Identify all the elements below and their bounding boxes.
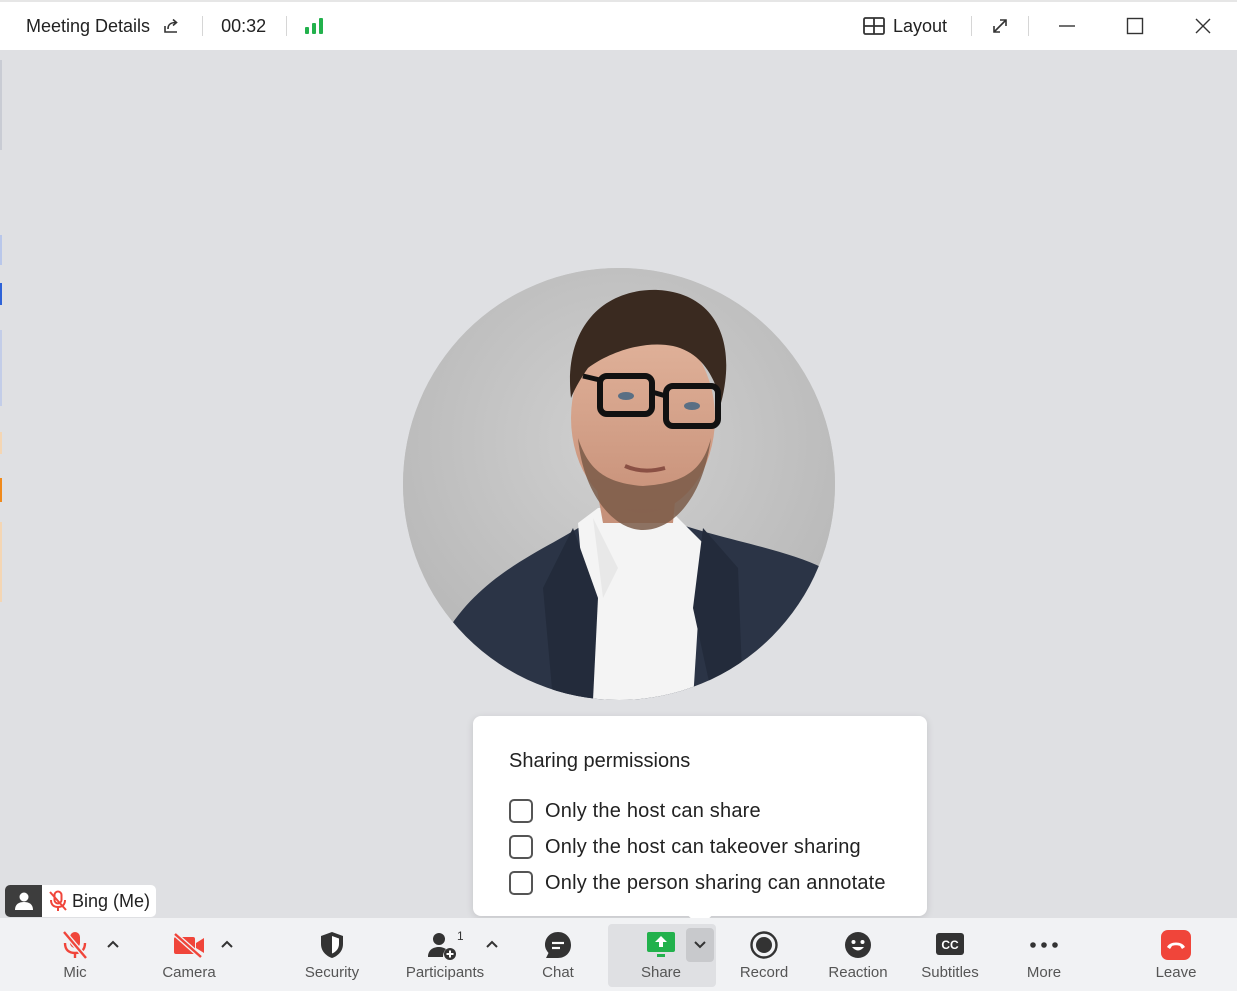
more-label: More <box>1026 964 1062 981</box>
participants-button[interactable]: 1 Participants <box>404 918 486 991</box>
option-label: Only the host can share <box>545 799 761 822</box>
chat-bubble-icon <box>544 930 572 960</box>
share-options-chevron-down-icon[interactable] <box>686 928 714 962</box>
subtitles-button[interactable]: CC Subtitles <box>920 918 980 991</box>
option-label: Only the host can takeover sharing <box>545 835 861 858</box>
muted-mic-icon <box>61 930 89 960</box>
fullscreen-button[interactable] <box>972 17 1028 35</box>
edge-strip <box>0 60 2 150</box>
share-link-icon[interactable] <box>162 17 180 35</box>
mic-options-chevron-up-icon[interactable] <box>105 936 121 952</box>
edge-strip <box>0 478 2 502</box>
participants-options-chevron-up-icon[interactable] <box>484 936 500 952</box>
chat-label: Chat <box>542 964 574 981</box>
checkbox[interactable] <box>509 799 533 823</box>
camera-off-icon <box>173 930 205 960</box>
option-host-can-takeover[interactable]: Only the host can takeover sharing <box>509 829 891 865</box>
sharing-permissions-popover: Sharing permissions Only the host can sh… <box>473 716 927 916</box>
reaction-button[interactable]: Reaction <box>826 918 890 991</box>
reaction-label: Reaction <box>828 964 888 981</box>
edge-strip <box>0 522 2 602</box>
minimize-button[interactable] <box>1033 2 1101 50</box>
expand-icon <box>993 19 1007 33</box>
person-icon <box>5 885 42 917</box>
popover-title: Sharing permissions <box>509 750 691 772</box>
minimize-icon <box>1059 25 1075 27</box>
divider <box>1028 16 1029 36</box>
meeting-window: Meeting Details 00:32 Layout Sharing per… <box>0 0 1237 991</box>
checkbox[interactable] <box>509 871 533 895</box>
close-button[interactable] <box>1169 2 1237 50</box>
self-name: Bing (Me) <box>72 890 151 911</box>
share-screen-icon <box>646 930 676 960</box>
checkbox[interactable] <box>509 835 533 859</box>
more-button[interactable]: More <box>1024 918 1064 991</box>
option-sharer-can-annotate[interactable]: Only the person sharing can annotate <box>509 865 891 901</box>
layout-label: Layout <box>892 15 947 36</box>
option-host-can-share[interactable]: Only the host can share <box>509 793 891 829</box>
divider <box>202 16 204 36</box>
option-label: Only the person sharing can annotate <box>545 871 886 894</box>
edge-strip <box>0 235 2 265</box>
meeting-toolbar: Mic Camera Security 1 Participants Chat … <box>0 918 1237 991</box>
close-icon <box>1195 18 1211 34</box>
maximize-button[interactable] <box>1101 2 1169 50</box>
participants-label: Participants <box>405 964 485 981</box>
meeting-timer: 00:32 <box>221 15 267 36</box>
subtitles-label: Subtitles <box>921 964 979 981</box>
muted-mic-icon <box>49 890 67 911</box>
closed-caption-icon: CC <box>935 930 965 960</box>
record-label: Record <box>739 964 789 981</box>
divider <box>286 16 288 36</box>
self-name-tag: Bing (Me) <box>5 885 157 917</box>
edge-strip <box>0 283 2 305</box>
camera-label: Camera <box>162 964 216 981</box>
edge-strip <box>0 330 2 406</box>
participant-count: 1 <box>457 930 463 943</box>
participants-icon: 1 <box>427 930 463 960</box>
security-button[interactable]: Security <box>302 918 362 991</box>
shield-icon <box>319 930 345 960</box>
share-button[interactable]: Share <box>638 918 684 991</box>
hang-up-icon <box>1161 930 1191 960</box>
more-dots-icon <box>1029 930 1059 960</box>
mic-label: Mic <box>63 964 87 981</box>
mic-button[interactable]: Mic <box>55 918 95 991</box>
participant-avatar <box>403 268 835 700</box>
meeting-details-label[interactable]: Meeting Details <box>26 16 150 37</box>
share-label: Share <box>640 964 682 981</box>
edge-strip <box>0 432 2 454</box>
camera-button[interactable]: Camera <box>162 918 216 991</box>
layout-button[interactable]: Layout <box>863 16 947 37</box>
signal-strength-icon[interactable] <box>305 18 324 34</box>
leave-button[interactable]: Leave <box>1152 918 1200 991</box>
chat-button[interactable]: Chat <box>538 918 578 991</box>
record-button[interactable]: Record <box>736 918 792 991</box>
smiley-icon <box>844 930 872 960</box>
security-label: Security <box>304 964 360 981</box>
svg-text:CC: CC <box>941 938 959 952</box>
record-icon <box>750 930 778 960</box>
layout-grid-icon <box>863 17 885 35</box>
camera-options-chevron-up-icon[interactable] <box>219 936 235 952</box>
maximize-icon <box>1126 17 1144 35</box>
title-bar: Meeting Details 00:32 Layout <box>0 0 1237 50</box>
leave-label: Leave <box>1155 964 1197 981</box>
